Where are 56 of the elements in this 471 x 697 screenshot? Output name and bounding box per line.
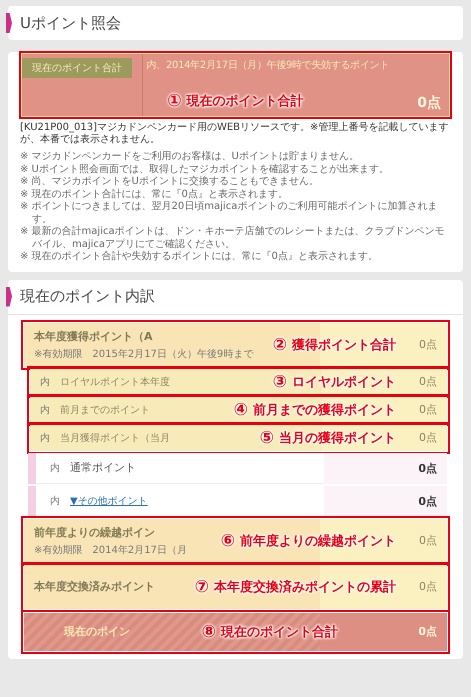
row-label: ロイヤルポイント本年度: [60, 376, 170, 388]
annotation-text: 本年度交換済みポイントの累計: [214, 578, 396, 596]
annotation-number: ④: [234, 400, 248, 420]
note-text: ※ Uポイント照会画面では、取得したマジカポイントを確認することが出来ます。: [20, 164, 390, 176]
summary-tag: 現在のポイント合計: [22, 58, 132, 78]
note-text: ※ 現在のポイント合計や失効するポイントには、常に『0点』と表示されます。: [20, 251, 379, 264]
annotation-number: ③: [272, 372, 287, 392]
row-label: 本年度交換済みポイント: [34, 579, 155, 594]
row-value: 0点: [419, 430, 437, 445]
annotation-number: ⑦: [194, 576, 209, 596]
row-label: 前月までのポイント: [60, 404, 150, 416]
annotation-text: 現在のポイント合計: [186, 92, 304, 110]
row-value: 0点: [419, 579, 437, 594]
expiry-note: ※有効期限 2014年2月17日（月: [34, 544, 187, 556]
row-value: 0点: [418, 460, 437, 476]
section-title: 現在のポイント内訳: [20, 287, 155, 306]
other-points-link[interactable]: ▼その他ポイント: [70, 494, 148, 508]
row-prefix: 内: [50, 462, 60, 474]
system-note: [KU21P00_013]マジカドンペンカード用のWEBリソースです。※管理上番号を記載していますが、本番では表示されません。: [20, 122, 450, 146]
annotation-text: 当月の獲得ポイント: [279, 430, 396, 446]
row-label: 通常ポイント: [70, 460, 136, 475]
section-marker: [6, 13, 12, 33]
row-label: 本年度獲得ポイント（A: [34, 328, 154, 344]
row-prefix: 内: [50, 494, 60, 508]
annotation-number: ⑧: [202, 622, 216, 642]
annotation-text: 前月までの獲得ポイント: [253, 402, 396, 418]
row-prefix: 内: [40, 432, 50, 444]
expiry-note: ※有効期限 2015年2月17日（火）午後9時まで: [34, 348, 254, 360]
row-value: 0点: [419, 402, 437, 417]
annotation-text: 獲得ポイント合計: [292, 336, 396, 354]
note-text: ※ 尚、マジカポイントをUポイントに交換することもできません。: [20, 176, 320, 188]
note-text: ※ 現在のポイント合計には、常に『0点』と表示されます。: [20, 188, 289, 201]
annotation-number: ⑤: [260, 428, 274, 448]
row-label: 当月獲得ポイント（当月: [60, 432, 170, 444]
annotation-text: 現在のポイント合計: [221, 624, 338, 640]
row-label: 前年度よりの繰越ポイン: [34, 524, 156, 540]
row-value: 0点: [419, 337, 437, 352]
row-prefix: 内: [40, 404, 50, 416]
section-title: Uポイント照会: [20, 14, 121, 32]
annotation-number: ②: [272, 334, 287, 354]
expiry-value: 0点: [417, 94, 441, 112]
annotation-number: ①: [167, 91, 182, 111]
row-value: 0点: [418, 624, 437, 639]
row-label: 現在のポイン: [64, 624, 130, 639]
expiry-label: 内、2014年2月17日（月）午後9時で失効するポイント: [146, 58, 390, 72]
note-text: ※ ポイントにつきましては、翌月20日頃majicaポイントのご利用可能ポイントに加算されます。: [20, 201, 438, 226]
annotation-number: ⑥: [220, 530, 235, 550]
row-prefix: 内: [40, 376, 50, 388]
note-text: ※ 最新の合計majicaポイントは、ドン・キホーテ店舗でのレシートまたは、クラブドンペンモバイル、majicaアプリにてご確認ください。: [20, 226, 446, 250]
row-value: 0点: [418, 494, 437, 508]
section-marker: [6, 286, 12, 306]
annotation-text: 前年度よりの繰越ポイント: [240, 532, 396, 550]
note-text: ※ マジカドンペンカードをご利用のお客様は、Uポイントは貯まりません。: [20, 151, 360, 164]
row-value: 0点: [419, 374, 437, 389]
row-value: 0点: [419, 533, 437, 548]
annotation-text: ロイヤルポイント: [292, 374, 396, 390]
